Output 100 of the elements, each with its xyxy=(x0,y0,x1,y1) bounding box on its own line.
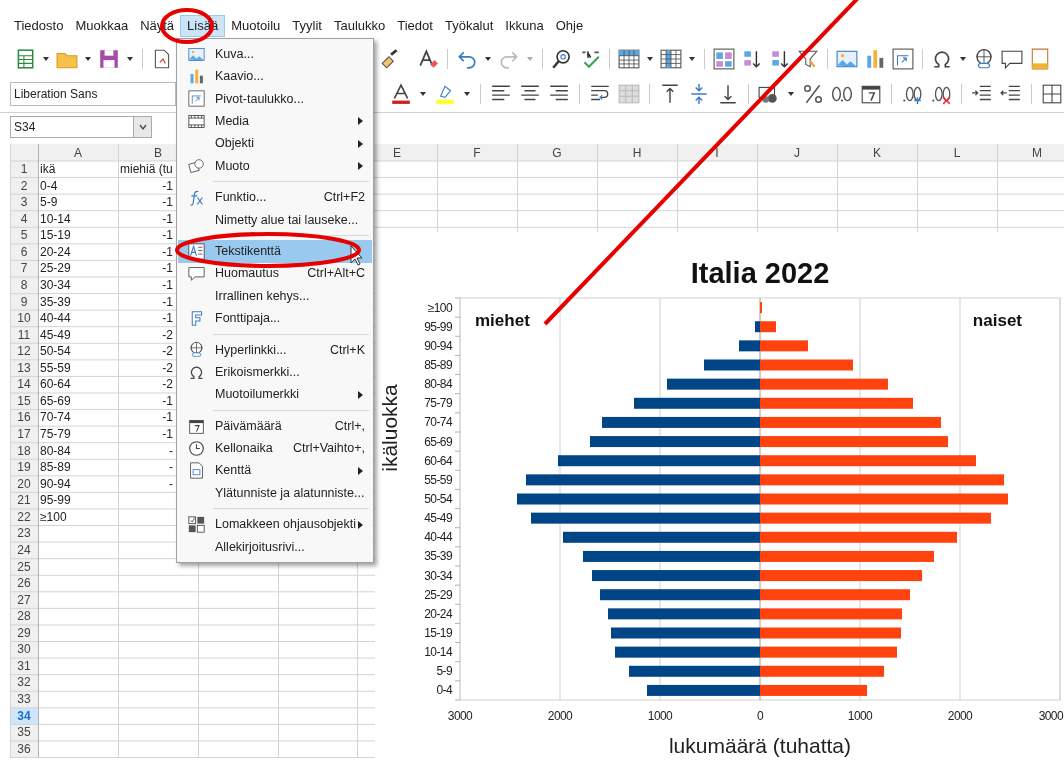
table-cell: - xyxy=(169,475,173,493)
axis-title: lukumäärä (tuhatta) xyxy=(668,734,852,757)
axis-label: 5-9 xyxy=(436,664,452,679)
table-cell: -1 xyxy=(162,276,173,294)
menu-item-label: Kenttä xyxy=(215,462,252,480)
tick-label: 0 xyxy=(756,709,764,723)
axis-label: 20-24 xyxy=(424,606,452,621)
menu-item[interactable]: Tyylit xyxy=(286,15,328,37)
menu-item-label: Objekti xyxy=(215,135,254,153)
axis-label: 95-99 xyxy=(424,319,452,334)
menu-item-label: Erikoismerkki... xyxy=(215,363,300,381)
menu-item[interactable]: Objekti xyxy=(178,132,372,155)
menu-item[interactable]: Tiedosto xyxy=(8,15,70,37)
column-header[interactable]: G xyxy=(552,143,562,162)
table-cell: - xyxy=(169,459,173,476)
table-cell: 70-74 xyxy=(40,410,71,425)
column-header[interactable]: M xyxy=(1032,143,1042,162)
column-header[interactable]: I xyxy=(715,143,719,162)
column-header[interactable]: K xyxy=(873,143,881,162)
table-cell: -2 xyxy=(162,326,173,344)
tick-label: 2000 xyxy=(547,709,573,723)
tick-label: 3000 xyxy=(1038,709,1063,723)
menu-item[interactable]: Hyperlinkki... Ctrl+K xyxy=(178,338,372,362)
menu-item[interactable]: Irrallinen kehys... xyxy=(178,284,372,308)
axis-label: 0-4 xyxy=(436,683,452,698)
menu-item[interactable]: Huomautus Ctrl+Alt+C xyxy=(178,262,372,285)
table-cell: 15-19 xyxy=(40,228,71,243)
axis-title: ikäluokka xyxy=(378,384,401,472)
table-cell: -1 xyxy=(162,310,173,327)
table-cell: -1 xyxy=(162,177,173,195)
name-box[interactable]: S34 xyxy=(10,116,152,138)
axis-label: 80-84 xyxy=(424,377,452,392)
shortcut-text: Ctrl+K xyxy=(329,341,366,359)
menu-item[interactable]: Muoto xyxy=(178,154,372,178)
axis-label: 30-34 xyxy=(424,568,452,583)
menu-item[interactable]: Taulukko xyxy=(327,15,392,37)
table-cell: 50-54 xyxy=(40,344,71,359)
table-cell: 80-84 xyxy=(40,443,71,458)
menu-item[interactable]: Tiedot xyxy=(391,15,439,37)
menu-item[interactable]: Työkalut xyxy=(438,15,500,37)
menu-item-label: Funktio... xyxy=(215,189,267,207)
menu-item[interactable]: Kaavio... xyxy=(178,65,372,88)
table-cell: -1 xyxy=(162,194,173,211)
shortcut-text: Ctrl+F2 xyxy=(323,189,366,207)
axis-label: ≥100 xyxy=(427,300,452,315)
table-cell: 90-94 xyxy=(40,476,71,491)
axis-label: 35-39 xyxy=(424,549,452,564)
table-cell: -2 xyxy=(162,343,173,360)
axis-label: 50-54 xyxy=(424,492,452,506)
menu-item-label: Kaavio... xyxy=(215,68,264,86)
tick-label: 2000 xyxy=(947,709,973,723)
menu-item[interactable]: Ikkuna xyxy=(499,15,550,37)
font-name-field[interactable]: Liberation Sans xyxy=(10,82,176,106)
column-header[interactable]: A xyxy=(74,143,82,162)
name-box-text: S34 xyxy=(14,119,36,136)
table-cell: -1 xyxy=(162,392,173,410)
menu-item[interactable]: Muotoilumerkki xyxy=(178,383,372,406)
menu-item[interactable]: Pivot-taulukko... xyxy=(178,87,372,111)
table-cell: 35-39 xyxy=(40,294,71,309)
table-cell: 65-69 xyxy=(40,393,71,408)
column-header[interactable]: B xyxy=(154,143,162,162)
table-cell: -2 xyxy=(162,376,173,393)
table-cell: 40-44 xyxy=(40,311,71,326)
column-header[interactable]: J xyxy=(794,143,800,162)
menu-item[interactable]: Allekirjoitusrivi... xyxy=(178,535,372,559)
menu-item-label: Huomautus xyxy=(215,265,279,283)
table-cell: ≥100 xyxy=(40,509,67,524)
table-cell: -1 xyxy=(162,243,173,261)
menu-item-label: Allekirjoitusrivi... xyxy=(215,538,305,556)
axis-label: 85-89 xyxy=(424,358,452,372)
table-cell: 45-49 xyxy=(40,327,71,342)
menu-item[interactable]: Muokkaa xyxy=(69,15,135,37)
menu-item[interactable]: Kellonaika Ctrl+Vaihto+, xyxy=(178,437,372,460)
column-header[interactable]: H xyxy=(632,143,642,162)
column-header[interactable]: E xyxy=(393,143,401,162)
menu-item-label: Pivot-taulukko... xyxy=(215,90,304,108)
menu-item-label: Hyperlinkki... xyxy=(215,341,287,359)
menu-item[interactable]: Päivämäärä Ctrl+, xyxy=(178,414,372,438)
menu-item[interactable]: Muotoilu xyxy=(225,15,287,37)
table-cell: 5-9 xyxy=(40,195,58,210)
menu-item[interactable]: Kenttä xyxy=(178,459,372,483)
menu-item[interactable]: Fonttipaja... xyxy=(178,307,372,330)
table-cell: 0-4 xyxy=(40,178,58,193)
menu-item[interactable]: Nimetty alue tai lauseke... xyxy=(178,208,372,232)
menu-item[interactable]: Media xyxy=(178,110,372,133)
menu-item-label: Media xyxy=(215,113,250,130)
menu-item-label: Kuva... xyxy=(215,45,254,63)
menu-item[interactable]: Lomakkeen ohjausobjekti xyxy=(178,513,372,536)
axis-label: 25-29 xyxy=(424,587,452,602)
table-cell: -1 xyxy=(162,426,173,443)
menu-item[interactable]: Funktio... Ctrl+F2 xyxy=(178,186,372,209)
column-header[interactable]: F xyxy=(473,143,481,162)
table-cell: 75-79 xyxy=(40,427,71,441)
menu-item-label: Lomakkeen ohjausobjekti xyxy=(215,516,357,534)
menu-item[interactable]: Kuva... xyxy=(178,43,372,66)
table-cell: 60-64 xyxy=(40,377,71,392)
menu-item[interactable]: Ylätunniste ja alatunniste... xyxy=(178,482,372,505)
menu-item[interactable]: Erikoismerkki... xyxy=(178,361,372,384)
column-header[interactable]: L xyxy=(953,143,961,162)
menu-item[interactable]: Ohje xyxy=(549,15,590,37)
